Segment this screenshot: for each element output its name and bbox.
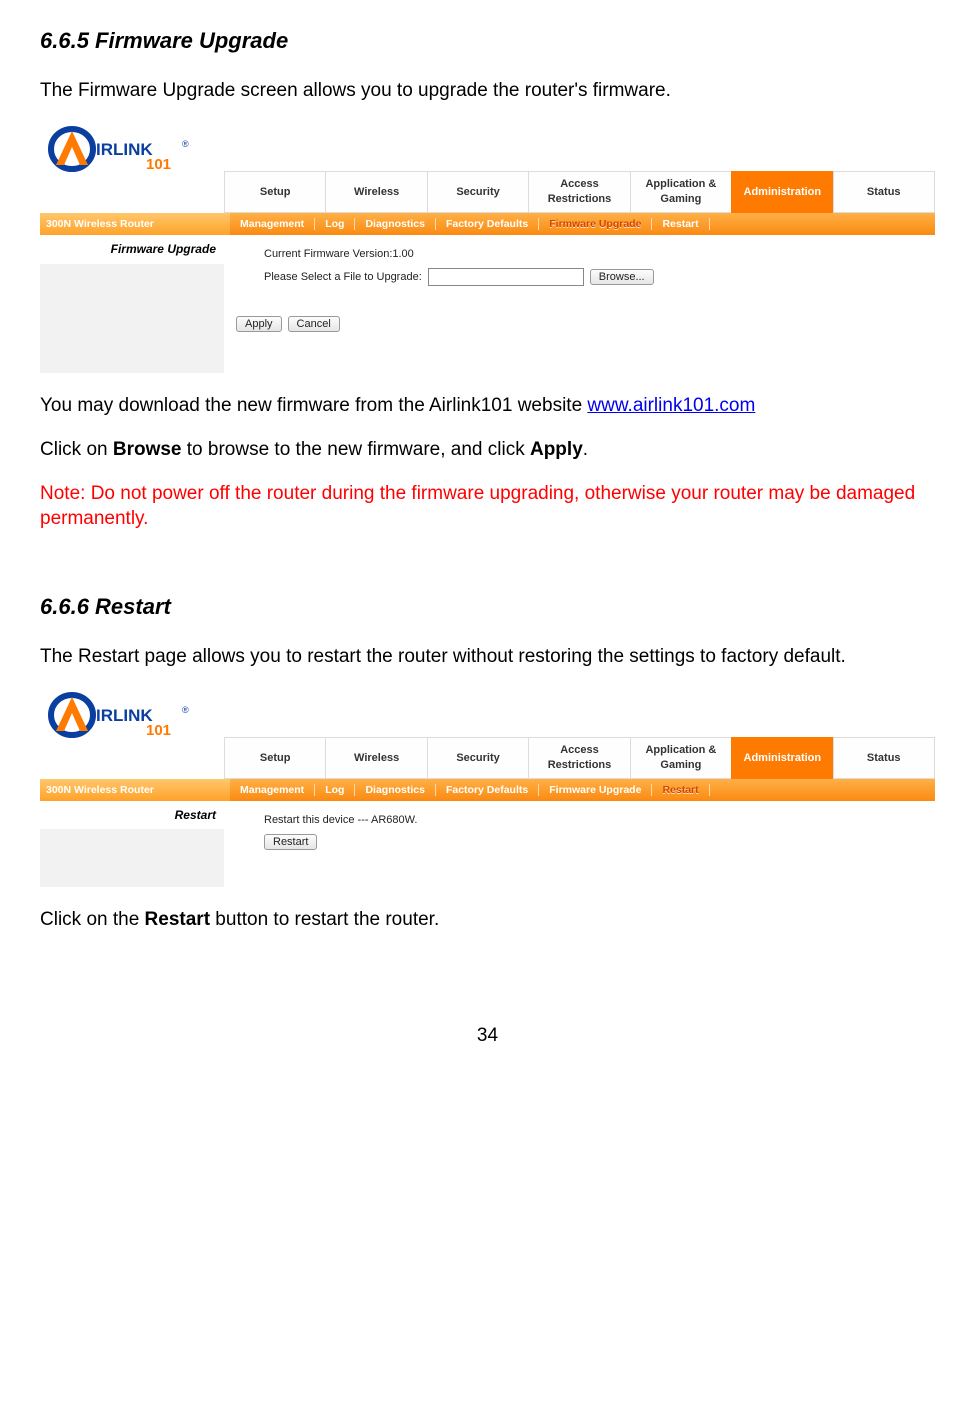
logo-row: IRLINK ® 101	[40, 687, 935, 737]
subnav-restart[interactable]: Restart	[652, 213, 708, 235]
subnav-restart[interactable]: Restart	[652, 779, 708, 801]
tab-status[interactable]: Status	[833, 171, 935, 213]
model-label: 300N Wireless Router	[40, 213, 230, 235]
restart-button[interactable]: Restart	[264, 834, 317, 850]
section-heading-665: 6.6.5 Firmware Upgrade	[40, 26, 935, 56]
txt: Click on	[40, 439, 113, 460]
subnav-log[interactable]: Log	[315, 213, 354, 235]
cancel-button[interactable]: Cancel	[288, 316, 340, 332]
subnav-management[interactable]: Management	[230, 213, 314, 235]
airlink-logo: IRLINK ® 101	[46, 691, 196, 739]
txt: to browse to the new firmware, and click	[182, 439, 530, 460]
tab-application-gaming[interactable]: Application & Gaming	[630, 737, 731, 779]
subnav-management[interactable]: Management	[230, 779, 314, 801]
page-number: 34	[40, 1023, 935, 1049]
para-browse: Click on Browse to browse to the new fir…	[40, 437, 935, 463]
apply-bold: Apply	[530, 439, 583, 460]
svg-text:®: ®	[182, 705, 189, 715]
file-select-label: Please Select a File to Upgrade:	[264, 270, 422, 285]
para-intro-666: The Restart page allows you to restart t…	[40, 644, 935, 670]
tab-access-restrictions[interactable]: Access Restrictions	[528, 737, 629, 779]
svg-text:IRLINK: IRLINK	[96, 140, 153, 159]
restart-device-text: Restart this device --- AR680W.	[264, 813, 417, 828]
warning-note: Note: Do not power off the router during…	[40, 481, 935, 532]
download-text: You may download the new firmware from t…	[40, 395, 587, 416]
tab-status[interactable]: Status	[833, 737, 935, 779]
para-restart-instruction: Click on the Restart button to restart t…	[40, 907, 935, 933]
txt: button to restart the router.	[210, 909, 439, 930]
subnav-diagnostics[interactable]: Diagnostics	[355, 213, 435, 235]
side-title-firmware: Firmware Upgrade	[40, 235, 224, 263]
airlink-logo: IRLINK ® 101	[46, 125, 196, 173]
version-label: Current Firmware Version:	[264, 247, 392, 262]
main-tab-bar: Setup Wireless Security Access Restricti…	[40, 737, 935, 779]
svg-text:IRLINK: IRLINK	[96, 706, 153, 725]
tab-administration[interactable]: Administration	[731, 171, 832, 213]
section-heading-666: 6.6.6 Restart	[40, 592, 935, 622]
screenshot-restart: IRLINK ® 101 Setup Wireless Security Acc…	[40, 687, 935, 887]
airlink-website-link[interactable]: www.airlink101.com	[587, 395, 755, 416]
subnav-factory-defaults[interactable]: Factory Defaults	[436, 213, 538, 235]
screenshot-firmware-upgrade: IRLINK ® 101 Setup Wireless Security Acc…	[40, 121, 935, 373]
version-value: 1.00	[392, 247, 413, 262]
side-title-restart: Restart	[40, 801, 224, 829]
browse-button[interactable]: Browse...	[590, 269, 654, 285]
svg-text:®: ®	[182, 139, 189, 149]
tab-wireless[interactable]: Wireless	[325, 171, 426, 213]
sub-nav-bar: 300N Wireless Router Management Log Diag…	[40, 213, 935, 235]
apply-button[interactable]: Apply	[236, 316, 282, 332]
tab-security[interactable]: Security	[427, 171, 528, 213]
para-download: You may download the new firmware from t…	[40, 393, 935, 419]
tab-setup[interactable]: Setup	[224, 171, 325, 213]
subnav-diagnostics[interactable]: Diagnostics	[355, 779, 435, 801]
model-label: 300N Wireless Router	[40, 779, 230, 801]
logo-row: IRLINK ® 101	[40, 121, 935, 171]
subnav-log[interactable]: Log	[315, 779, 354, 801]
subnav-factory-defaults[interactable]: Factory Defaults	[436, 779, 538, 801]
txt: Click on the	[40, 909, 145, 930]
tab-setup[interactable]: Setup	[224, 737, 325, 779]
tab-administration[interactable]: Administration	[731, 737, 832, 779]
tab-security[interactable]: Security	[427, 737, 528, 779]
subnav-firmware-upgrade[interactable]: Firmware Upgrade	[539, 779, 651, 801]
sub-nav-bar: 300N Wireless Router Management Log Diag…	[40, 779, 935, 801]
file-path-input[interactable]	[428, 268, 584, 286]
tab-access-restrictions[interactable]: Access Restrictions	[528, 171, 629, 213]
tab-wireless[interactable]: Wireless	[325, 737, 426, 779]
tab-application-gaming[interactable]: Application & Gaming	[630, 171, 731, 213]
main-tab-bar: Setup Wireless Security Access Restricti…	[40, 171, 935, 213]
subnav-firmware-upgrade[interactable]: Firmware Upgrade	[539, 213, 651, 235]
para-intro-665: The Firmware Upgrade screen allows you t…	[40, 78, 935, 104]
browse-bold: Browse	[113, 439, 182, 460]
restart-bold: Restart	[145, 909, 210, 930]
txt: .	[583, 439, 588, 460]
